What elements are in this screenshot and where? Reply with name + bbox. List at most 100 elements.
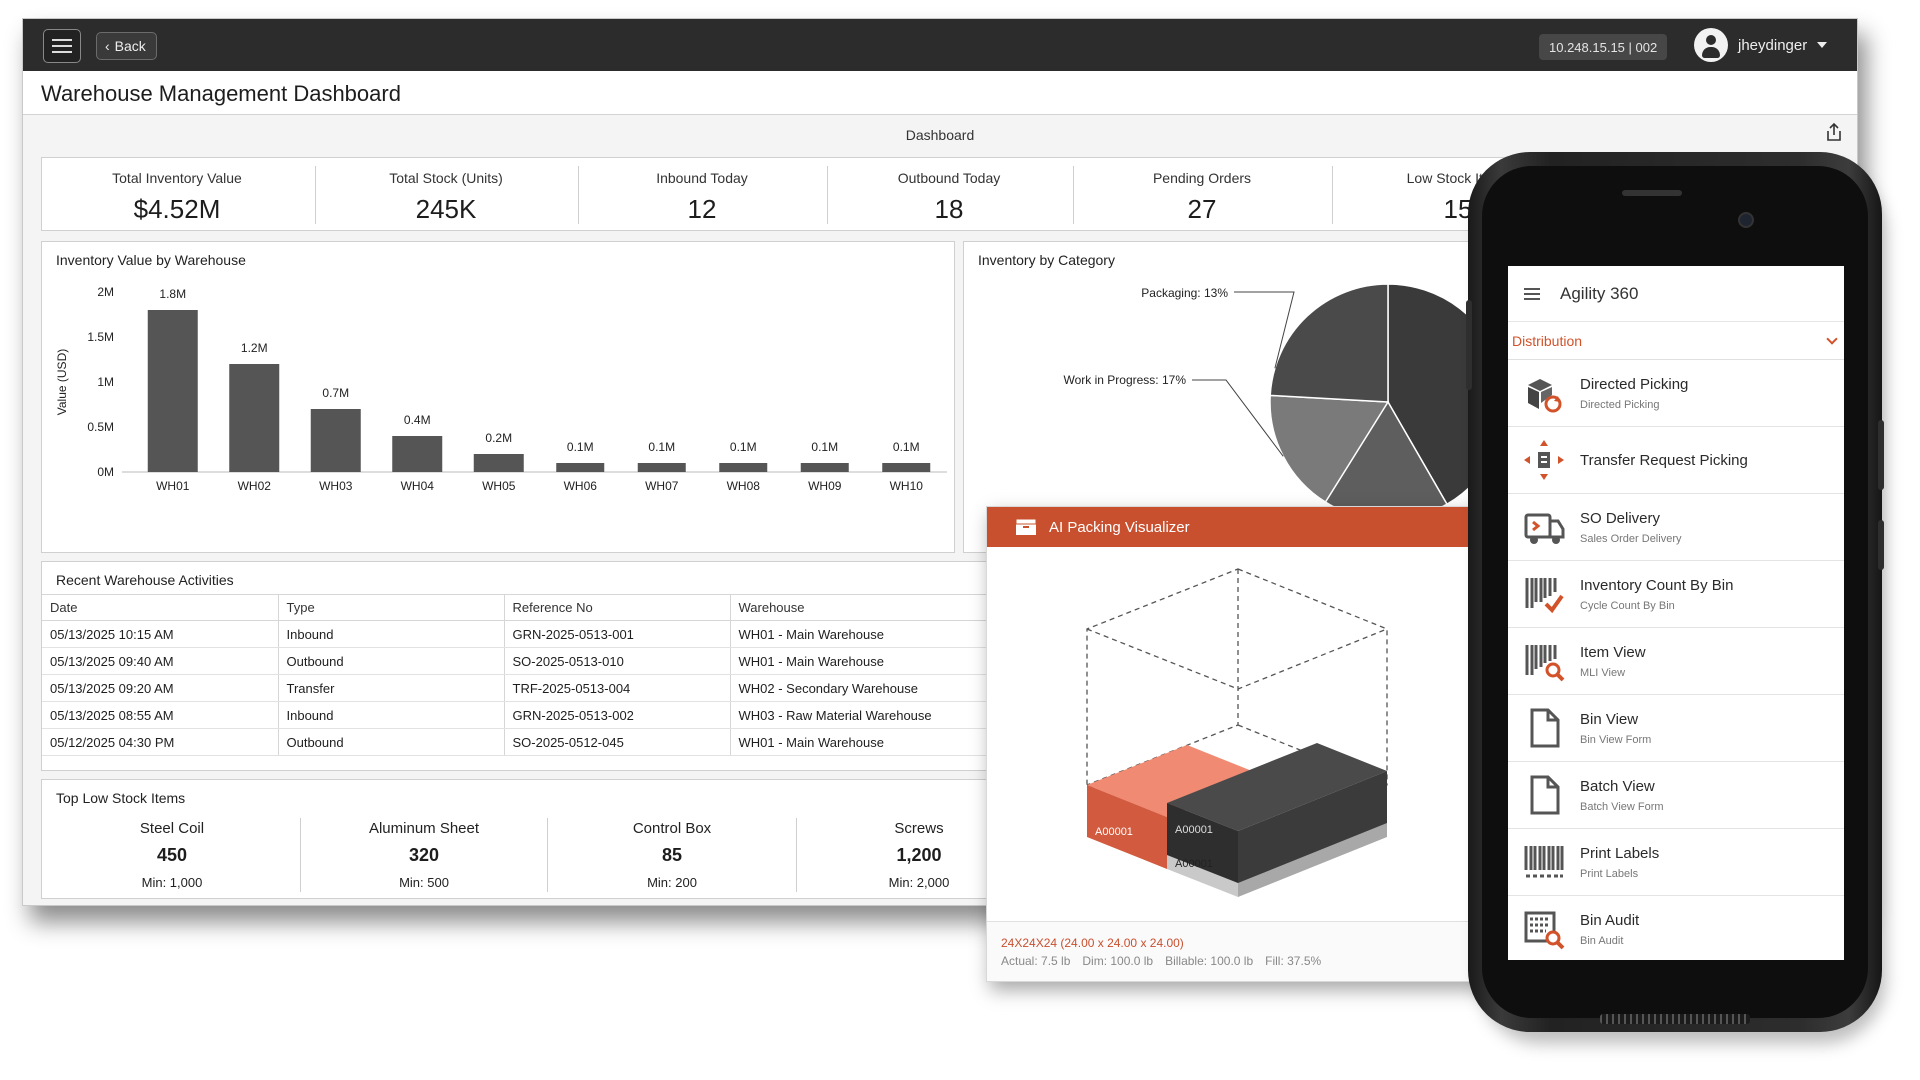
table-row[interactable]: 05/13/2025 10:15 AM Inbound GRN-2025-051…	[42, 620, 1040, 648]
dashboard-tab-label: Dashboard	[905, 127, 975, 143]
back-button[interactable]: ‹ Back	[96, 32, 157, 60]
item-title: Bin View	[1580, 710, 1639, 728]
menu-item-batch-view[interactable]: Batch View Batch View Form	[1508, 762, 1844, 829]
mobile-menu-icon[interactable]	[1524, 287, 1540, 300]
item-name: Control Box	[632, 820, 712, 837]
phone-speaker	[1622, 190, 1682, 196]
back-label: Back	[114, 38, 146, 54]
menu-item-transfer-request-picking[interactable]: Transfer Request Picking	[1508, 427, 1844, 494]
phone-side-button	[1878, 420, 1884, 490]
delivery-truck-icon	[1524, 513, 1565, 544]
user-menu[interactable]: jheydinger	[1694, 27, 1828, 63]
y-tick-label: 1.5M	[87, 330, 114, 344]
packer-header: AI Packing Visualizer	[987, 507, 1505, 547]
top-bar: ‹ Back 10.248.15.15 | 002 jheydinger	[23, 19, 1857, 71]
data-label: 1.8M	[159, 287, 186, 301]
kpi-label: Total Inventory Value	[112, 170, 242, 186]
low-stock-title: Top Low Stock Items	[56, 790, 186, 806]
kpi-label: Outbound Today	[897, 170, 1001, 186]
item-title: SO Delivery	[1580, 509, 1661, 527]
kpi-total-inventory-value: Total Inventory Value $4.52M	[42, 158, 312, 232]
item-qty: 450	[156, 845, 188, 865]
item-min: Min: 200	[647, 875, 697, 890]
cell-date: 05/13/2025 10:15 AM	[42, 620, 279, 648]
chevron-left-icon: ‹	[105, 38, 110, 54]
mobile-screen: Agility 360 Distribution Directed Pickin…	[1508, 266, 1844, 960]
menu-item-so-delivery[interactable]: SO Delivery Sales Order Delivery	[1508, 494, 1844, 561]
menu-item-bin-audit[interactable]: Bin Audit Bin Audit	[1508, 896, 1844, 960]
menu-item-item-view[interactable]: Item View MLI View	[1508, 628, 1844, 695]
menu-item-inventory-count-by-bin[interactable]: Inventory Count By Bin Cycle Count By Bin	[1508, 561, 1844, 628]
kpi-label: Inbound Today	[656, 170, 748, 186]
stat-billable: Billable: 100.0 lb	[1165, 954, 1254, 968]
item-subtitle: Sales Order Delivery	[1580, 532, 1682, 545]
activities-title: Recent Warehouse Activities	[56, 572, 234, 588]
item-title: Item View	[1580, 643, 1646, 661]
document-icon	[1530, 708, 1560, 748]
table-row[interactable]: 05/13/2025 08:55 AM Inbound GRN-2025-051…	[42, 701, 1040, 729]
packing-visualizer-card: AI Packing Visualizer A00001 A00001 A000…	[986, 506, 1506, 982]
phone-side-button	[1878, 520, 1884, 570]
x-tick-label: WH05	[482, 479, 516, 493]
y-tick-label: 2M	[97, 285, 114, 299]
hamburger-menu-button[interactable]	[43, 29, 81, 63]
chart-title: Inventory Value by Warehouse	[56, 252, 246, 268]
column-header-type[interactable]: Type	[278, 594, 505, 621]
cell-date: 05/12/2025 04:30 PM	[42, 728, 279, 756]
column-header-date[interactable]: Date	[42, 594, 279, 621]
menu-item-bin-view[interactable]: Bin View Bin View Form	[1508, 695, 1844, 762]
kpi-value: $4.52M	[133, 194, 221, 224]
table-row[interactable]: 05/12/2025 04:30 PM Outbound SO-2025-051…	[42, 728, 1040, 756]
item-title: Directed Picking	[1580, 375, 1689, 393]
item-title: Batch View	[1580, 777, 1655, 795]
document-icon	[1530, 775, 1560, 815]
packing-stats: Actual: 7.5 lb Dim: 100.0 lb Billable: 1…	[1001, 954, 1321, 968]
low-stock-item[interactable]: Steel Coil 450 Min: 1,000	[42, 820, 302, 898]
box-icon	[1015, 518, 1037, 535]
column-header-reference[interactable]: Reference No	[504, 594, 731, 621]
item-title: Transfer Request Picking	[1580, 451, 1748, 469]
table-row[interactable]: 05/13/2025 09:40 AM Outbound SO-2025-051…	[42, 647, 1040, 675]
caret-down-icon	[1817, 42, 1828, 48]
low-stock-item[interactable]: Aluminum Sheet 320 Min: 500	[301, 820, 547, 898]
y-tick-label: 1M	[97, 375, 114, 389]
menu-item-print-labels[interactable]: Print Labels Print Labels	[1508, 829, 1844, 896]
share-icon[interactable]	[1823, 121, 1845, 143]
page-header: Warehouse Management Dashboard	[23, 71, 1857, 115]
item-name: Steel Coil	[139, 820, 205, 837]
cell-type: Inbound	[278, 620, 505, 648]
transfer-arrows-icon	[1524, 440, 1564, 480]
barcode-check-icon	[1525, 578, 1564, 614]
item-title: Bin Audit	[1580, 911, 1640, 929]
chart-title: Inventory by Category	[978, 252, 1115, 268]
pie-label-work-in-progress: Work in Progress: 17%	[1064, 373, 1187, 387]
barcode-search-icon	[1525, 645, 1565, 682]
stat-actual: Actual: 7.5 lb	[1001, 954, 1071, 968]
section-distribution[interactable]: Distribution	[1508, 322, 1844, 360]
x-tick-label: WH06	[564, 479, 598, 493]
cell-date: 05/13/2025 08:55 AM	[42, 701, 279, 729]
low-stock-item[interactable]: Control Box 85 Min: 200	[548, 820, 796, 898]
stat-dim: Dim: 100.0 lb	[1082, 954, 1154, 968]
box-label: A00001	[1175, 824, 1213, 836]
inventory-value-chart-panel: Inventory Value by Warehouse 0M 0.5M 1M 1.5…	[41, 241, 955, 553]
kpi-value: 12	[687, 194, 717, 224]
item-subtitle: Cycle Count By Bin	[1580, 599, 1675, 612]
kpi-outbound-today: Outbound Today 18	[828, 158, 1070, 232]
item-subtitle: Bin Audit	[1580, 934, 1624, 947]
cell-reference: TRF-2025-0513-004	[504, 674, 731, 702]
chevron-down-icon	[1826, 332, 1838, 345]
bar-wh07	[637, 463, 686, 472]
recent-activities-panel: Recent Warehouse Activities Date Type Re…	[41, 561, 1041, 771]
kpi-label: Pending Orders	[1152, 170, 1252, 186]
item-name: Aluminum Sheet	[368, 820, 480, 837]
item-min: Min: 500	[399, 875, 449, 890]
pie-slice-packaging	[1269, 283, 1389, 403]
composite-stage: ‹ Back 10.248.15.15 | 002 jheydinger War…	[0, 0, 1920, 1080]
bar-wh06	[556, 463, 605, 472]
x-tick-label: WH07	[645, 479, 679, 493]
table-row[interactable]: 05/13/2025 09:20 AM Transfer TRF-2025-05…	[42, 674, 1040, 702]
menu-item-directed-picking[interactable]: Directed Picking Directed Picking	[1508, 360, 1844, 427]
leader-line	[1192, 379, 1284, 457]
kpi-total-stock: Total Stock (Units) 245K	[316, 158, 576, 232]
